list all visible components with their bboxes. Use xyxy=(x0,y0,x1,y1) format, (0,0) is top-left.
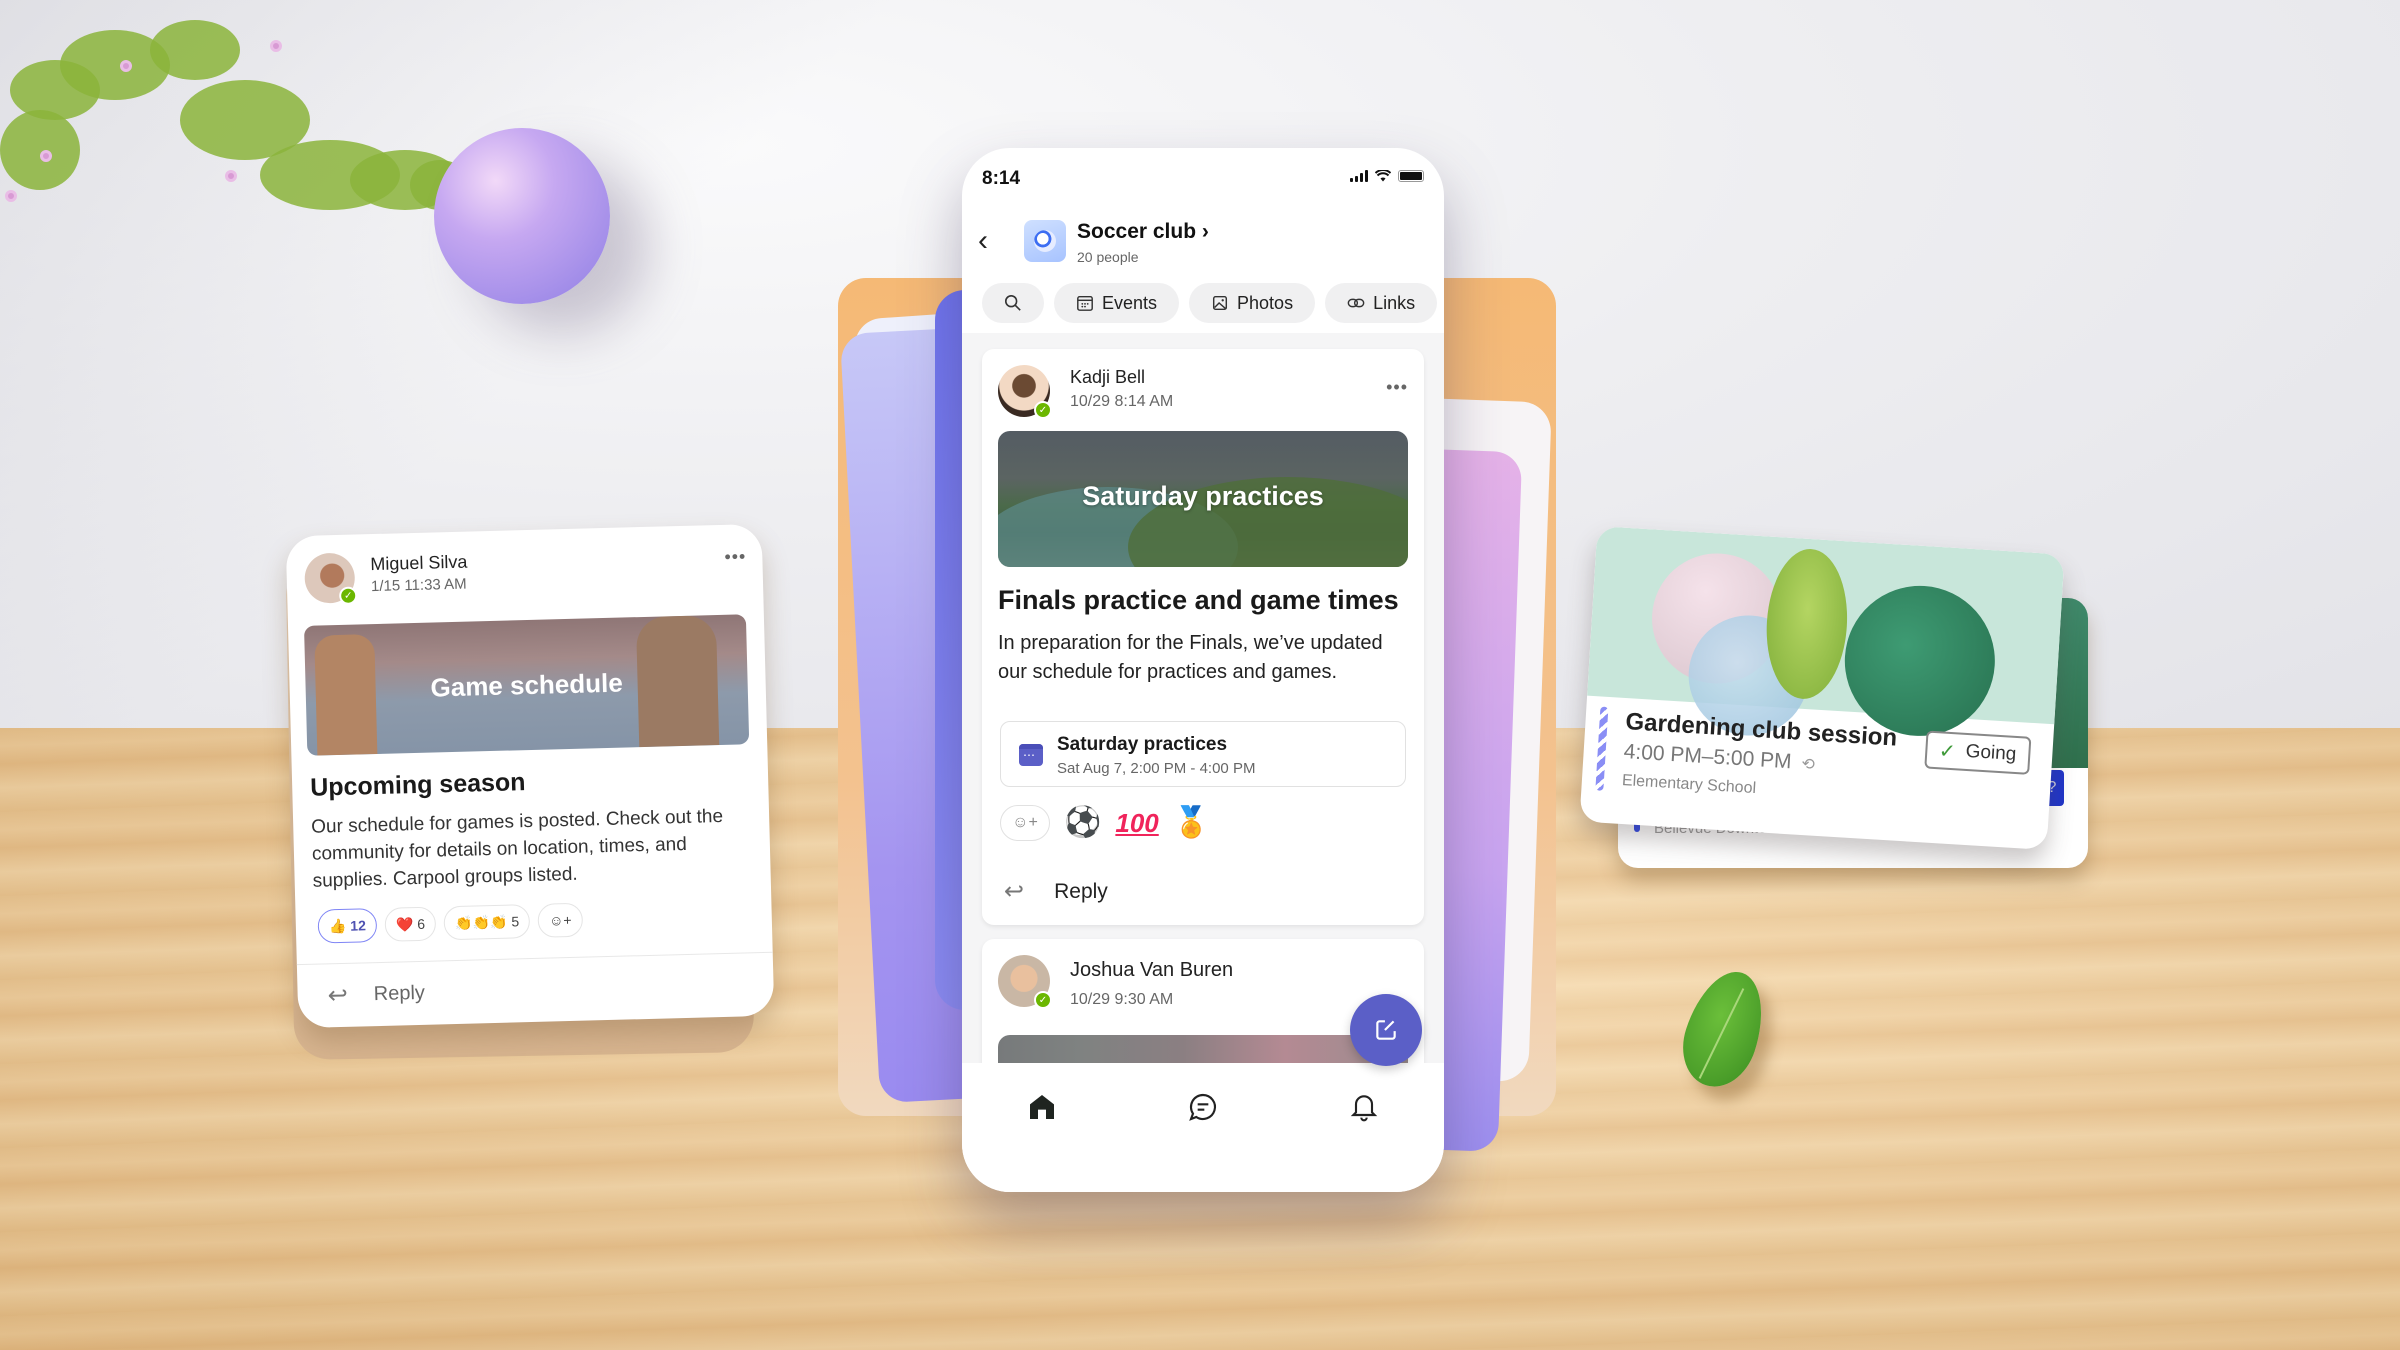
nav-chat[interactable] xyxy=(1187,1091,1219,1192)
image-icon xyxy=(1213,295,1228,311)
medal-reaction[interactable]: 🏅 xyxy=(1173,808,1210,838)
post-author[interactable]: Joshua Van Buren xyxy=(1070,959,1233,982)
banner-title: Saturday practices xyxy=(1082,481,1324,511)
divider xyxy=(296,951,773,966)
chat-icon xyxy=(1189,1093,1216,1121)
group-name[interactable]: Soccer club › xyxy=(1077,220,1209,244)
bell-icon xyxy=(1350,1095,1377,1122)
post-title: Upcoming season xyxy=(309,768,526,802)
status-time: 8:14 xyxy=(982,168,1021,189)
event-time: Sat Aug 7, 2:00 PM - 4:00 PM xyxy=(1057,760,1256,777)
event-location: Elementary School xyxy=(1621,771,1757,798)
checkmark-icon: ✓ xyxy=(1938,739,1957,763)
post-banner-image: Saturday practices xyxy=(998,431,1408,567)
post-feed[interactable]: ✓ Kadji Bell 10/29 8:14 AM ••• Saturday … xyxy=(962,333,1444,1063)
repeat-icon: ⟲ xyxy=(1800,755,1816,774)
presence-available-icon: ✓ xyxy=(338,586,358,605)
soccer-ball-reaction[interactable]: ⚽ xyxy=(1064,808,1101,838)
reaction-clap-chip[interactable]: 👏👏👏 5 xyxy=(443,904,531,941)
left-post-card: ✓ Miguel Silva 1/15 11:33 AM ••• Game sc… xyxy=(285,523,775,1029)
post-body: In preparation for the Finals, we’ve upd… xyxy=(998,632,1383,683)
home-icon xyxy=(1030,1095,1055,1119)
hundred-points-reaction[interactable]: 100 xyxy=(1115,808,1158,839)
post-author[interactable]: Miguel Silva xyxy=(370,552,468,576)
reaction-heart-chip[interactable]: ❤️ 6 xyxy=(384,906,437,942)
filter-chips: Events Photos Links xyxy=(982,283,1438,323)
reaction-like-chip[interactable]: 👍 12 xyxy=(317,908,378,944)
event-time-text: 4:00 PM–5:00 PM xyxy=(1623,740,1793,774)
reply-button[interactable]: ↩ Reply xyxy=(327,979,425,1011)
post-banner-image: Game schedule xyxy=(303,614,750,756)
more-options-icon[interactable]: ••• xyxy=(724,546,746,568)
event-cover-image xyxy=(1587,525,2065,741)
wifi-icon xyxy=(1375,170,1391,182)
calendar-icon xyxy=(1077,295,1093,311)
group-header: ‹ Soccer club › 20 people xyxy=(962,210,1444,280)
rsvp-going-button[interactable]: ✓ Going xyxy=(1923,730,2032,775)
reaction-count: 12 xyxy=(350,917,367,934)
group-name-text: Soccer club xyxy=(1077,220,1197,243)
post-card: ✓ Kadji Bell 10/29 8:14 AM ••• Saturday … xyxy=(982,349,1424,925)
reply-label: Reply xyxy=(373,981,426,1006)
chip-label: Links xyxy=(1373,292,1416,313)
reply-button[interactable]: ↩ Reply xyxy=(1004,877,1108,906)
banner-title: Game schedule xyxy=(430,667,624,703)
presence-available-icon: ✓ xyxy=(1034,991,1052,1009)
reaction-count: 5 xyxy=(511,913,520,930)
add-reaction-icon: ☺+ xyxy=(548,911,572,929)
more-options-icon[interactable]: ••• xyxy=(1386,377,1408,398)
battery-icon xyxy=(1398,170,1424,182)
rsvp-label: Going xyxy=(1965,740,2017,765)
chip-label: Events xyxy=(1102,292,1158,313)
heart-emoji-icon: ❤️ xyxy=(395,915,414,933)
lilac-sphere-decoration xyxy=(434,128,610,304)
reply-label: Reply xyxy=(1054,879,1108,903)
presence-available-icon: ✓ xyxy=(1034,401,1052,419)
add-reaction-button[interactable]: ☺+ xyxy=(537,902,584,938)
calendar-icon xyxy=(1019,744,1043,766)
member-count: 20 people xyxy=(1077,249,1139,265)
search-chip[interactable] xyxy=(982,283,1044,323)
events-chip[interactable]: Events xyxy=(1054,283,1180,323)
reaction-bar: 👍 12 ❤️ 6 👏👏👏 5 ☺+ xyxy=(317,902,584,944)
soccer-ball-icon xyxy=(1034,230,1056,252)
reply-arrow-icon: ↩ xyxy=(327,981,349,1010)
avatar-joshua-van-buren[interactable]: ✓ xyxy=(998,955,1052,1009)
reply-arrow-icon: ↩ xyxy=(1004,878,1025,905)
add-reaction-button[interactable]: ☺+ xyxy=(1000,805,1050,841)
post-body: Our schedule for games is posted. Check … xyxy=(310,805,724,892)
photos-chip[interactable]: Photos xyxy=(1189,283,1316,323)
cellular-signal-icon xyxy=(1350,170,1368,182)
group-avatar[interactable] xyxy=(1024,220,1066,262)
chip-label: Photos xyxy=(1237,292,1294,313)
post-author[interactable]: Kadji Bell xyxy=(1070,367,1145,388)
link-icon xyxy=(1347,298,1365,308)
post-timestamp: 1/15 11:33 AM xyxy=(370,575,467,596)
links-chip[interactable]: Links xyxy=(1325,283,1438,323)
compose-icon xyxy=(1376,1020,1396,1040)
reaction-bar: ☺+ ⚽ 100 🏅 xyxy=(1000,805,1210,841)
post-title: Finals practice and game times xyxy=(998,585,1399,615)
event-title: Saturday practices xyxy=(1057,734,1228,755)
status-bar: 8:14 xyxy=(962,148,1444,210)
avatar-miguel-silva[interactable]: ✓ xyxy=(304,552,358,605)
chevron-right-icon: › xyxy=(1201,220,1209,243)
post-timestamp: 10/29 8:14 AM xyxy=(1070,393,1174,410)
reaction-count: 6 xyxy=(417,915,426,932)
post-timestamp: 10/29 9:30 AM xyxy=(1070,991,1174,1008)
search-icon xyxy=(1004,294,1021,311)
nav-notifications[interactable] xyxy=(1348,1091,1380,1192)
like-emoji-icon: 👍 xyxy=(328,917,347,934)
bottom-navigation xyxy=(962,1063,1444,1192)
post-image xyxy=(998,1035,1408,1063)
chevron-left-icon[interactable]: ‹ xyxy=(978,226,988,256)
event-card-gardening[interactable]: Gardening club session 4:00 PM–5:00 PM ⟲ … xyxy=(1579,525,2065,851)
event-attachment[interactable]: Saturday practices Sat Aug 7, 2:00 PM - … xyxy=(1000,721,1406,787)
event-tentative-stripe xyxy=(1595,706,1609,791)
compose-button[interactable] xyxy=(1350,994,1422,1066)
nav-home[interactable] xyxy=(1026,1091,1058,1192)
add-reaction-icon: ☺+ xyxy=(1012,814,1038,831)
clap-emoji-icon: 👏👏👏 xyxy=(454,913,508,931)
avatar-kadji-bell[interactable]: ✓ xyxy=(998,365,1052,419)
